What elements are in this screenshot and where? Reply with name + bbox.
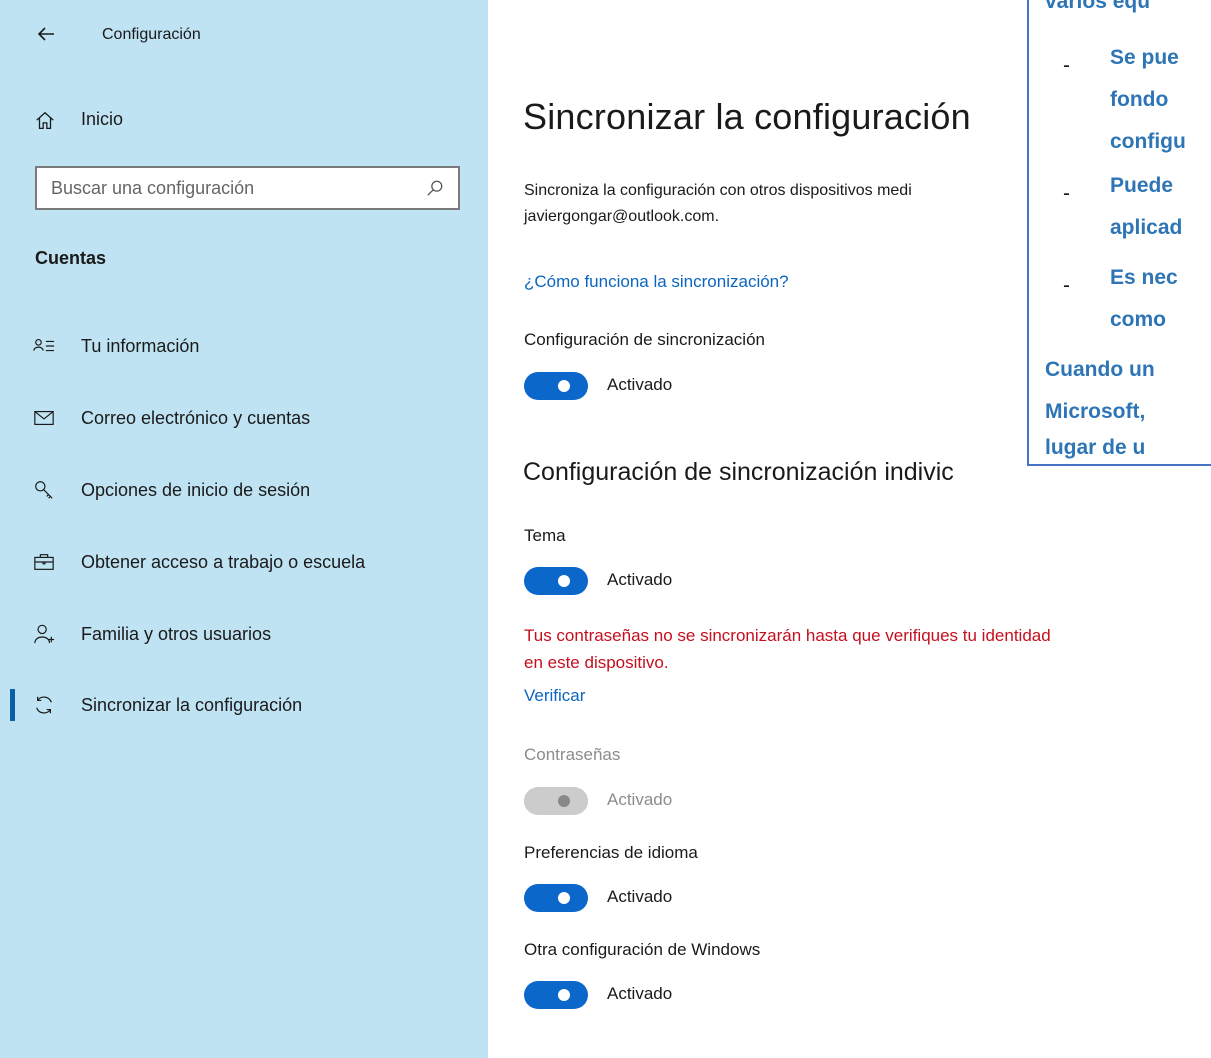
sync-icon [36,696,52,714]
page-title: Sincronizar la configuración [523,96,971,137]
back-arrow-icon[interactable] [34,22,58,46]
callout-line: Es nec [1110,266,1178,289]
person-list-icon [33,338,55,352]
callout-bullet-dash: - [1063,182,1070,205]
callout-bullet-dash: - [1063,274,1070,297]
warning-line-1: Tus contraseñas no se sincronizarán hast… [524,626,1051,645]
warning-line-2: en este dispositivo. [524,653,669,672]
callout-line: Puede [1110,174,1174,197]
sync-settings-toggle[interactable] [524,372,588,400]
sidebar-item-trabajo-escuela[interactable]: Obtener acceso a trabajo o escuela [0,538,488,586]
callout-line: fondo [1110,88,1169,111]
callout-line: Microsoft, [1045,400,1146,423]
key-icon [35,481,53,499]
search-input[interactable]: Buscar una configuración [37,178,426,199]
other-windows-settings-toggle[interactable] [524,981,588,1009]
individual-sync-title: Configuración de sincronización indivic [523,458,954,486]
sidebar-item-label: Opciones de inicio de sesión [81,479,311,500]
passwords-toggle [524,787,588,815]
passwords-state: Activado [607,790,673,809]
sidebar-item-familia[interactable]: Familia y otros usuarios [0,610,488,658]
sync-settings-label: Configuración de sincronización [524,330,765,349]
sidebar-item-label: Familia y otros usuarios [81,623,272,644]
callout-line: configu [1110,130,1186,153]
how-sync-works-link[interactable]: ¿Cómo funciona la sincronización? [524,272,789,292]
home-icon[interactable] [34,110,56,132]
callout-line: Se pue [1110,46,1179,69]
sync-settings-state: Activado [607,375,673,394]
language-preferences-label: Preferencias de idioma [524,843,698,862]
sidebar-item-tu-informacion[interactable]: Tu información [0,322,488,370]
callout-line: lugar de u [1045,436,1146,459]
passwords-label: Contraseñas [524,745,621,764]
callout-line: varios equ [1045,0,1151,13]
annotation-callout: varios equ - Se pue fondo configu - Pued… [1027,0,1211,466]
mail-icon [34,410,54,426]
language-preferences-toggle[interactable] [524,884,588,912]
callout-line: Cuando un [1045,358,1155,381]
sidebar-item-inicio-sesion[interactable]: Opciones de inicio de sesión [0,466,488,514]
language-preferences-state: Activado [607,887,673,906]
other-windows-settings-label: Otra configuración de Windows [524,940,761,959]
other-windows-settings-state: Activado [607,984,673,1003]
search-icon[interactable] [426,179,444,197]
sidebar-item-correo[interactable]: Correo electrónico y cuentas [0,394,488,442]
sidebar-item-label: Sincronizar la configuración [81,694,303,715]
section-label-cuentas: Cuentas [35,248,107,268]
password-warning: Tus contraseñas no se sincronizarán hast… [524,622,1211,676]
theme-label: Tema [524,526,566,545]
app-title: Configuración [102,26,201,43]
verify-link[interactable]: Verificar [524,686,585,706]
sidebar-item-sincronizar[interactable]: Sincronizar la configuración [0,681,488,729]
briefcase-icon [34,554,54,570]
theme-toggle[interactable] [524,567,588,595]
theme-state: Activado [607,570,673,589]
sidebar: Configuración Inicio Buscar una configur… [0,0,488,1058]
active-indicator [10,689,15,721]
sidebar-item-label: Correo electrónico y cuentas [81,407,311,428]
sidebar-item-label: Tu información [81,335,200,356]
callout-bullet-dash: - [1063,54,1070,77]
callout-line: aplicad [1110,216,1183,239]
person-add-icon [34,624,55,644]
sidebar-item-label: Obtener acceso a trabajo o escuela [81,551,366,572]
home-link[interactable]: Inicio [81,109,123,130]
callout-line: como [1110,308,1167,331]
search-box[interactable]: Buscar una configuración [35,166,460,210]
